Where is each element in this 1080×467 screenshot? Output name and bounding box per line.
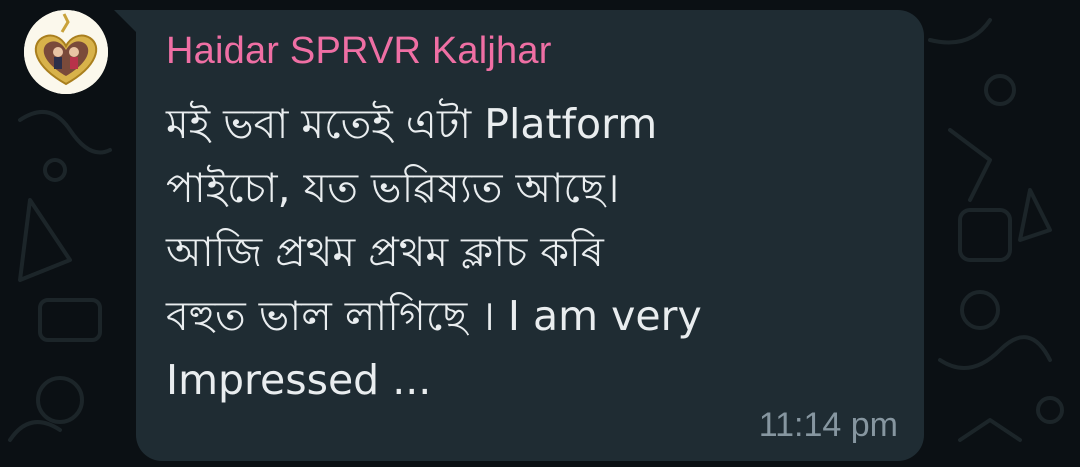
message-bubble[interactable]: Haidar SPRVR Kaljhar মই ভবা মতেই এটা Pla… <box>114 10 924 461</box>
message-text: মই ভবা মতেই এটা Platform পাইচো, যত ভৱিষ্… <box>166 92 806 412</box>
message-line: বহুত ভাল লাগিছে । I am very <box>166 292 702 340</box>
message-line: মই ভবা মতেই এটা Platform <box>166 100 658 148</box>
sender-name[interactable]: Haidar SPRVR Kaljhar <box>166 30 552 73</box>
message-line: পাইচো, যত ভৱিষ্যত আছে। <box>166 164 620 212</box>
message-timestamp: 11:14 pm <box>758 406 898 444</box>
sender-avatar[interactable] <box>24 10 108 94</box>
heart-locket-icon <box>24 10 108 94</box>
message-line: আজি প্ৰথম প্ৰথম ক্লাচ কৰি <box>166 228 604 276</box>
message-line: Impressed ... <box>166 356 432 404</box>
